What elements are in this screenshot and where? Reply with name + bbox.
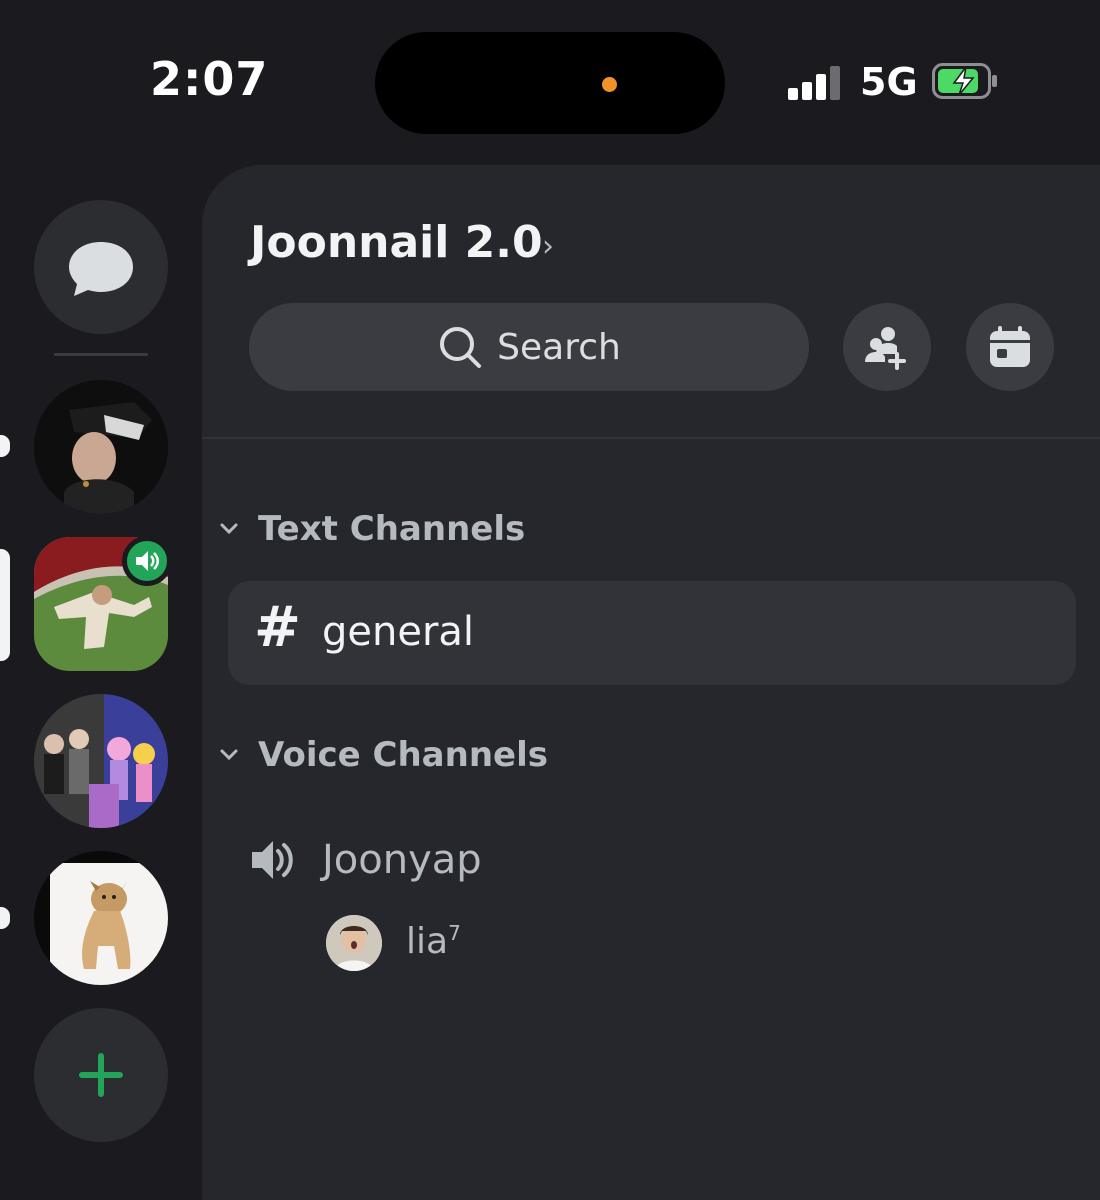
add-server-button[interactable] <box>34 1008 168 1142</box>
plus-icon <box>79 1053 123 1097</box>
voice-user-lia[interactable]: lia7 <box>326 913 626 973</box>
header-divider <box>202 437 1100 439</box>
direct-messages-button[interactable] <box>34 200 168 334</box>
server-icon-3[interactable] <box>34 694 168 828</box>
server-name[interactable]: Joonnail 2.0 <box>250 217 543 268</box>
avatar <box>326 915 382 971</box>
unread-indicator <box>0 435 10 457</box>
category-label: Voice Channels <box>258 735 548 775</box>
server-avatar-image <box>34 380 168 514</box>
network-type: 5G <box>860 60 918 104</box>
unread-indicator <box>0 907 10 929</box>
server-avatar-image <box>34 851 168 985</box>
category-voice-channels[interactable]: Voice Channels <box>218 735 548 775</box>
channel-name: general <box>322 609 475 655</box>
search-label: Search <box>497 326 621 368</box>
battery-charging-icon <box>932 63 997 99</box>
status-time: 2:07 <box>150 52 269 106</box>
speaker-icon <box>252 841 293 879</box>
signal-icon <box>788 64 844 100</box>
dynamic-island <box>375 32 725 134</box>
calendar-icon <box>990 326 1030 367</box>
server-icon-4[interactable] <box>34 851 168 985</box>
channel-general[interactable]: # general <box>228 581 1076 685</box>
chevron-right-icon[interactable]: › <box>542 229 554 264</box>
privacy-indicator-dot <box>602 77 617 92</box>
events-button[interactable] <box>966 303 1054 391</box>
voice-channel-name: Joonyap <box>322 837 482 883</box>
category-text-channels[interactable]: Text Channels <box>218 509 525 549</box>
rail-divider <box>54 353 148 356</box>
selected-server-indicator <box>0 549 10 661</box>
chat-bubble-icon <box>69 242 133 296</box>
category-label: Text Channels <box>258 509 526 549</box>
server-avatar-image <box>34 694 168 828</box>
chevron-down-icon <box>220 523 238 535</box>
server-rail <box>0 165 202 1200</box>
voice-user-name: lia7 <box>406 921 461 962</box>
chevron-down-icon <box>220 749 238 761</box>
add-friend-icon <box>865 327 906 370</box>
speaker-icon <box>136 551 159 571</box>
invite-members-button[interactable] <box>843 303 931 391</box>
search-button[interactable]: Search <box>249 303 809 391</box>
search-icon <box>440 327 482 368</box>
hash-icon: # <box>254 595 301 660</box>
server-icon-1[interactable] <box>34 380 168 514</box>
discord-screen: 2:07 5G Joonnail 2.0 › Search Text Chann… <box>0 0 1100 1200</box>
voice-channel-joonyap[interactable]: Joonyap <box>248 829 748 893</box>
channel-panel: Joonnail 2.0 › Search Text Channels # ge… <box>202 165 1100 1200</box>
voice-active-badge <box>122 536 172 586</box>
